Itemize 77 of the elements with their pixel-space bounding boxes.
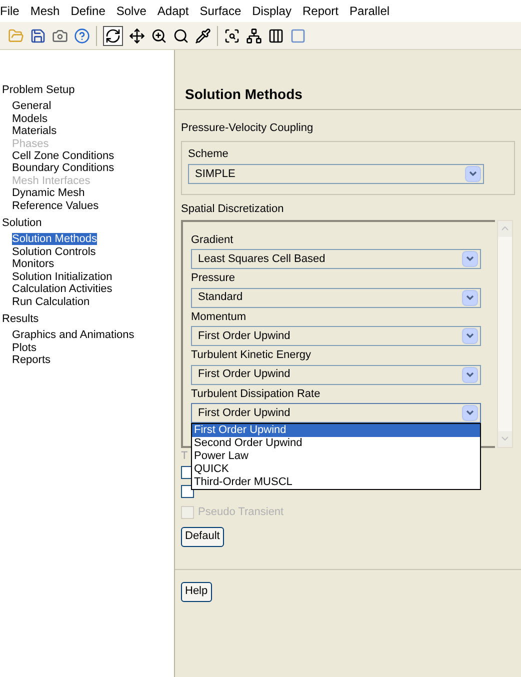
- menu-item[interactable]: Define: [70, 2, 106, 20]
- menu-item[interactable]: Solve: [116, 2, 146, 20]
- dropdown-option[interactable]: First Order Upwind: [192, 424, 480, 437]
- field-label: Gradient: [191, 232, 234, 248]
- dropdown-caret-button[interactable]: [462, 405, 478, 421]
- caret-icon: [466, 294, 474, 300]
- dropdown-caret-button[interactable]: [462, 290, 478, 306]
- dropdown-caret-button[interactable]: [462, 328, 478, 344]
- help-button[interactable]: Help: [181, 582, 212, 602]
- default-button[interactable]: Default: [181, 526, 224, 546]
- group-title: Pressure-Velocity Coupling: [181, 121, 314, 136]
- dropdown-caret-button[interactable]: [462, 366, 478, 382]
- tree-section[interactable]: Problem Setup: [0, 84, 174, 96]
- dropdown-field[interactable]: Least Squares Cell Based: [191, 249, 481, 269]
- move-icon[interactable]: [129, 28, 145, 44]
- group-title: Spatial Discretization: [181, 202, 285, 217]
- dropdown-caret-button[interactable]: [465, 166, 481, 182]
- tree-item[interactable]: Dynamic Mesh: [12, 187, 85, 200]
- field-label: Turbulent Kinetic Energy: [191, 348, 312, 363]
- menu-item[interactable]: Adapt: [157, 2, 189, 20]
- dropdown-field[interactable]: Standard: [191, 288, 481, 308]
- tree-item[interactable]: Solution Controls: [12, 246, 96, 258]
- menu-item[interactable]: Parallel: [350, 2, 390, 20]
- tree-item[interactable]: Boundary Conditions: [12, 162, 114, 174]
- rotate-button[interactable]: [103, 26, 123, 46]
- dropdown-caret-button[interactable]: [462, 251, 478, 267]
- tree-item[interactable]: Solution Initialization: [12, 270, 112, 283]
- field-label: Scheme: [188, 146, 230, 162]
- tree-item[interactable]: Models: [12, 112, 48, 125]
- caret-icon: [466, 256, 474, 262]
- field-label: Turbulent Dissipation Rate: [191, 386, 322, 402]
- dropdown-field[interactable]: First Order Upwind: [191, 326, 481, 346]
- menu-item[interactable]: Display: [252, 2, 292, 20]
- tree-section[interactable]: Solution: [0, 217, 174, 230]
- rotate-icon: [105, 28, 121, 44]
- save-icon[interactable]: [30, 28, 46, 44]
- caret-icon: [466, 333, 474, 339]
- tree-item[interactable]: General: [12, 100, 52, 112]
- group-title: T: [181, 448, 188, 464]
- dropdown-option[interactable]: Power Law: [192, 450, 480, 463]
- layout-icon[interactable]: [268, 28, 284, 44]
- tree-item[interactable]: Cell Zone Conditions: [12, 150, 114, 162]
- caret-icon: [469, 171, 477, 177]
- menu-item[interactable]: Report: [302, 2, 339, 20]
- tree-item[interactable]: Solution Methods: [12, 233, 97, 246]
- tree-section[interactable]: Results: [0, 312, 174, 326]
- dropdown-field[interactable]: First Order Upwind: [191, 403, 481, 423]
- caret-icon: [466, 410, 474, 416]
- dropdown-option[interactable]: Third-Order MUSCL: [192, 476, 480, 489]
- tree-item[interactable]: Run Calculation: [12, 296, 90, 308]
- tree-item[interactable]: Plots: [12, 342, 36, 354]
- checkbox-label: Pseudo Transient: [198, 505, 284, 520]
- window-icon[interactable]: [290, 28, 306, 44]
- field-label: Pressure: [191, 271, 236, 286]
- tree-item[interactable]: Calculation Activities: [12, 283, 112, 296]
- camera-icon[interactable]: [52, 28, 68, 44]
- field-label: Momentum: [191, 310, 248, 324]
- search-icon[interactable]: [173, 28, 189, 44]
- tree-item[interactable]: Graphics and Animations: [12, 329, 134, 342]
- tree-item[interactable]: Materials: [12, 125, 57, 138]
- menu-item[interactable]: Mesh: [30, 2, 60, 20]
- caret-icon: [466, 372, 474, 378]
- panel-title: Solution Methods: [175, 50, 521, 110]
- tree-item[interactable]: Reports: [12, 354, 51, 366]
- dropdown-option[interactable]: Second Order Upwind: [192, 437, 480, 450]
- zoom-in-icon[interactable]: [151, 28, 167, 44]
- menu-item[interactable]: File: [0, 2, 20, 20]
- zoom-fit-icon[interactable]: [224, 28, 240, 44]
- menu-item[interactable]: Surface: [200, 2, 242, 20]
- checkbox[interactable]: [181, 485, 194, 498]
- dropdown-field[interactable]: SIMPLE: [188, 164, 484, 184]
- tree-item[interactable]: Monitors: [12, 258, 54, 270]
- pipette-icon[interactable]: [195, 28, 211, 44]
- tree-item[interactable]: Reference Values: [12, 200, 99, 212]
- dropdown-field[interactable]: First Order Upwind: [191, 364, 481, 384]
- dropdown-option[interactable]: QUICK: [192, 463, 480, 476]
- help-icon[interactable]: [74, 28, 90, 44]
